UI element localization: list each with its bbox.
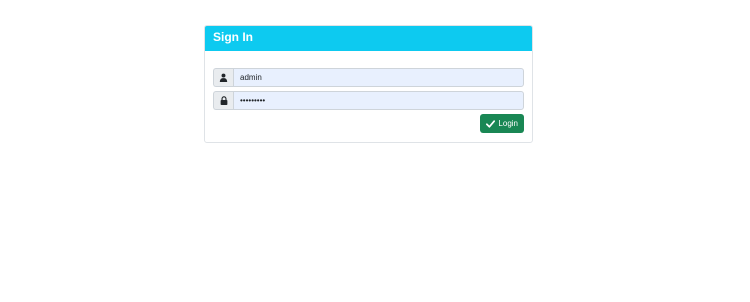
- actions-row: Login: [213, 114, 524, 133]
- username-group: [213, 68, 524, 87]
- check-icon: [486, 119, 496, 128]
- card-body: Login: [205, 51, 532, 133]
- password-input[interactable]: [233, 91, 524, 110]
- user-icon: [213, 68, 233, 87]
- card-title: Sign In: [213, 30, 253, 44]
- password-group: [213, 91, 524, 110]
- username-input[interactable]: [233, 68, 524, 87]
- card-header: Sign In: [205, 26, 532, 51]
- lock-icon: [213, 91, 233, 110]
- login-label: Login: [498, 119, 518, 128]
- login-button[interactable]: Login: [480, 114, 524, 133]
- sign-in-card: Sign In admin ••••••••• Login: [204, 25, 533, 143]
